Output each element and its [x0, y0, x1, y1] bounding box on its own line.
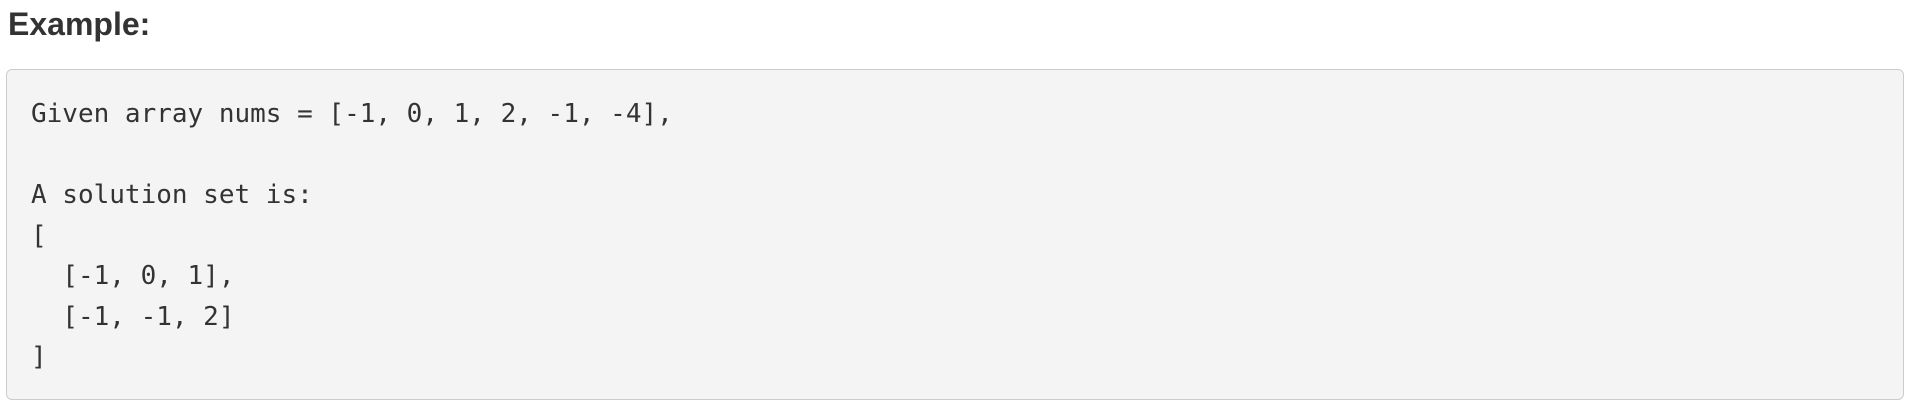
code-content: Given array nums = [-1, 0, 1, 2, -1, -4]… [31, 94, 1879, 378]
code-line: A solution set is: [31, 180, 313, 210]
code-line: [-1, -1, 2] [31, 301, 235, 332]
code-line: Given array nums = [-1, 0, 1, 2, -1, -4]… [31, 99, 673, 129]
code-block: Given array nums = [-1, 0, 1, 2, -1, -4]… [6, 69, 1904, 400]
example-heading: Example: [8, 6, 151, 42]
code-line: [-1, 0, 1], [31, 261, 235, 291]
code-line: [ [31, 220, 47, 251]
code-line: ] [31, 342, 47, 372]
